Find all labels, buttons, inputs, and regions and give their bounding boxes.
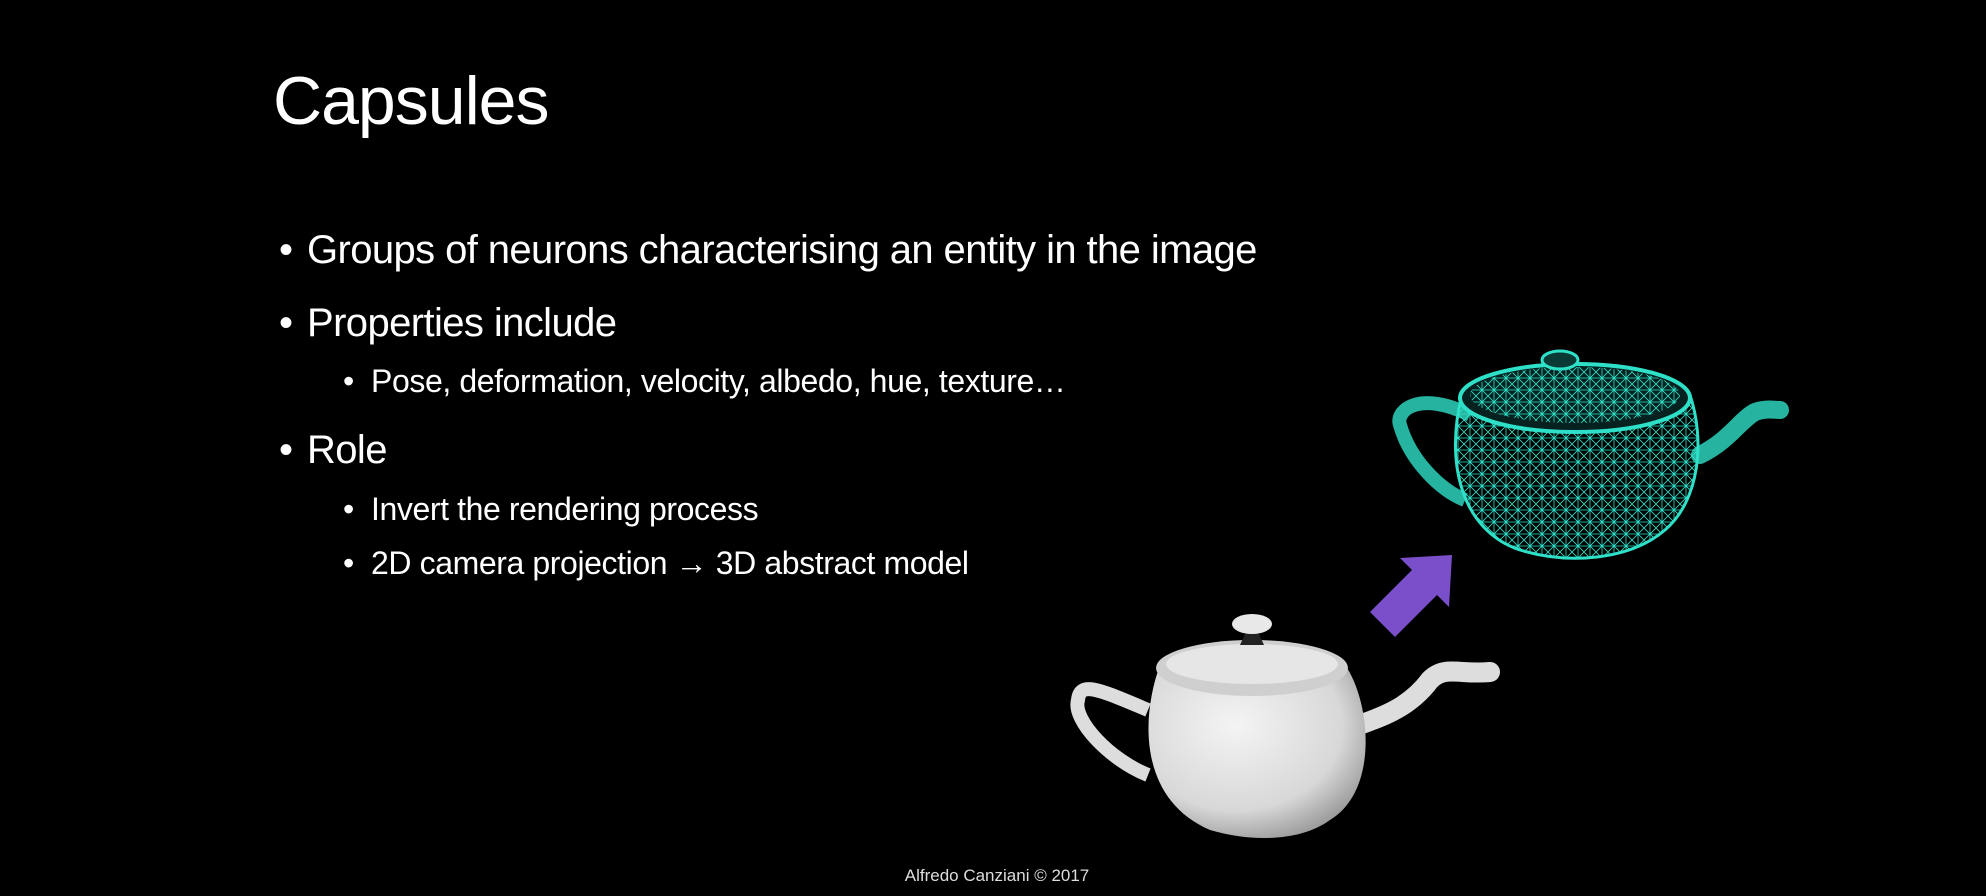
rendered-teapot-image [1070, 614, 1500, 839]
teapot-illustration [1070, 349, 1789, 839]
slide-footer: Alfredo Canziani © 2017 [904, 866, 1090, 885]
wireframe-teapot-image [1392, 349, 1789, 560]
arrow-icon [1370, 555, 1452, 637]
